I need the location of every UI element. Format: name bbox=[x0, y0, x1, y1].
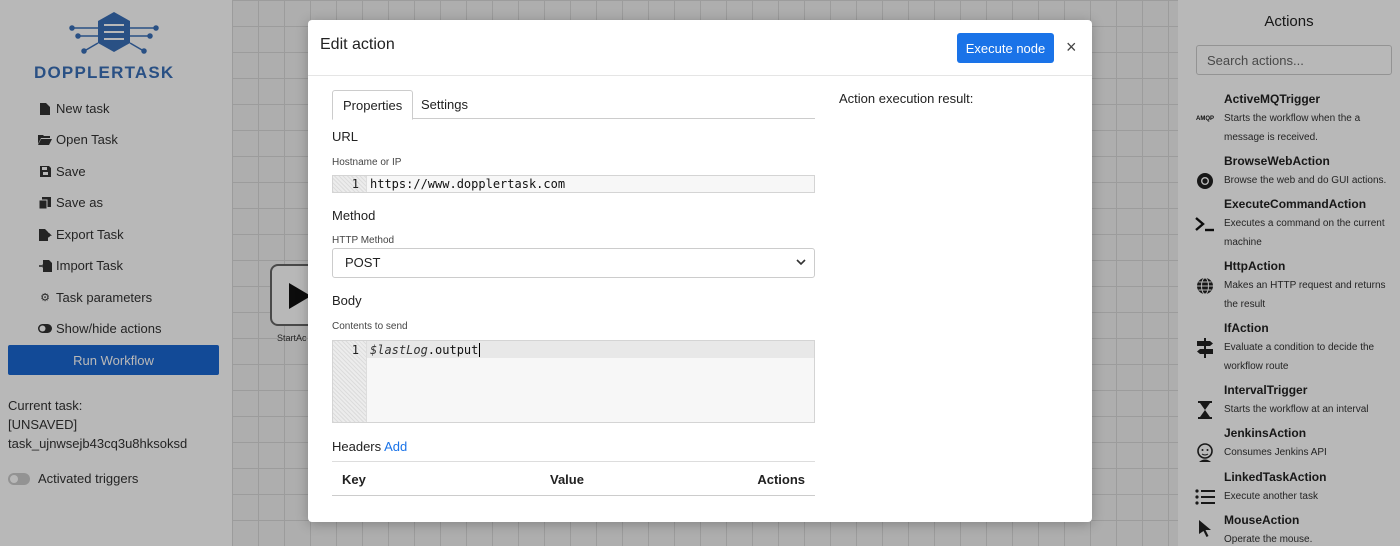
modal-header: Edit action Execute node × bbox=[308, 20, 1092, 76]
line-number: 1 bbox=[351, 343, 359, 357]
body-field-label: Contents to send bbox=[332, 321, 408, 332]
body-heading: Body bbox=[332, 293, 362, 308]
headers-label: Headers bbox=[332, 439, 382, 454]
edit-action-modal: Edit action Execute node × Properties Se… bbox=[308, 20, 1092, 522]
text-cursor: ​ bbox=[479, 343, 481, 357]
action-result-label: Action execution result: bbox=[839, 91, 974, 106]
column-header-actions: Actions bbox=[757, 472, 805, 487]
modal-title: Edit action bbox=[320, 36, 395, 53]
body-editor[interactable]: 1 $lastLog.output​ bbox=[332, 340, 815, 423]
column-header-value: Value bbox=[550, 472, 584, 487]
chevron-down-icon bbox=[796, 249, 806, 289]
http-method-value: POST bbox=[345, 255, 381, 270]
modal-tabs: Properties Settings bbox=[332, 90, 815, 120]
body-value-variable: $lastLog bbox=[370, 343, 428, 357]
headers-table: Key Value Actions bbox=[332, 461, 815, 496]
line-number: 1 bbox=[351, 177, 359, 191]
method-field-label: HTTP Method bbox=[332, 235, 395, 246]
column-header-key: Key bbox=[342, 472, 366, 487]
add-header-link[interactable]: Add bbox=[384, 439, 407, 454]
url-field-label: Hostname or IP bbox=[332, 157, 402, 168]
tab-settings[interactable]: Settings bbox=[411, 90, 478, 119]
execute-node-button[interactable]: Execute node bbox=[957, 33, 1054, 63]
body-value: $lastLog.output​ bbox=[370, 343, 481, 357]
headers-heading: Headers Add bbox=[332, 439, 407, 454]
method-heading: Method bbox=[332, 208, 376, 223]
url-editor[interactable]: 1 https://www.dopplertask.com bbox=[332, 175, 815, 193]
http-method-select[interactable]: POST bbox=[332, 248, 815, 278]
body-value-suffix: .output bbox=[427, 343, 479, 357]
tab-properties[interactable]: Properties bbox=[332, 90, 414, 120]
url-heading: URL bbox=[332, 129, 359, 144]
close-icon[interactable]: × bbox=[1066, 37, 1077, 57]
url-value: https://www.dopplertask.com bbox=[370, 177, 566, 191]
